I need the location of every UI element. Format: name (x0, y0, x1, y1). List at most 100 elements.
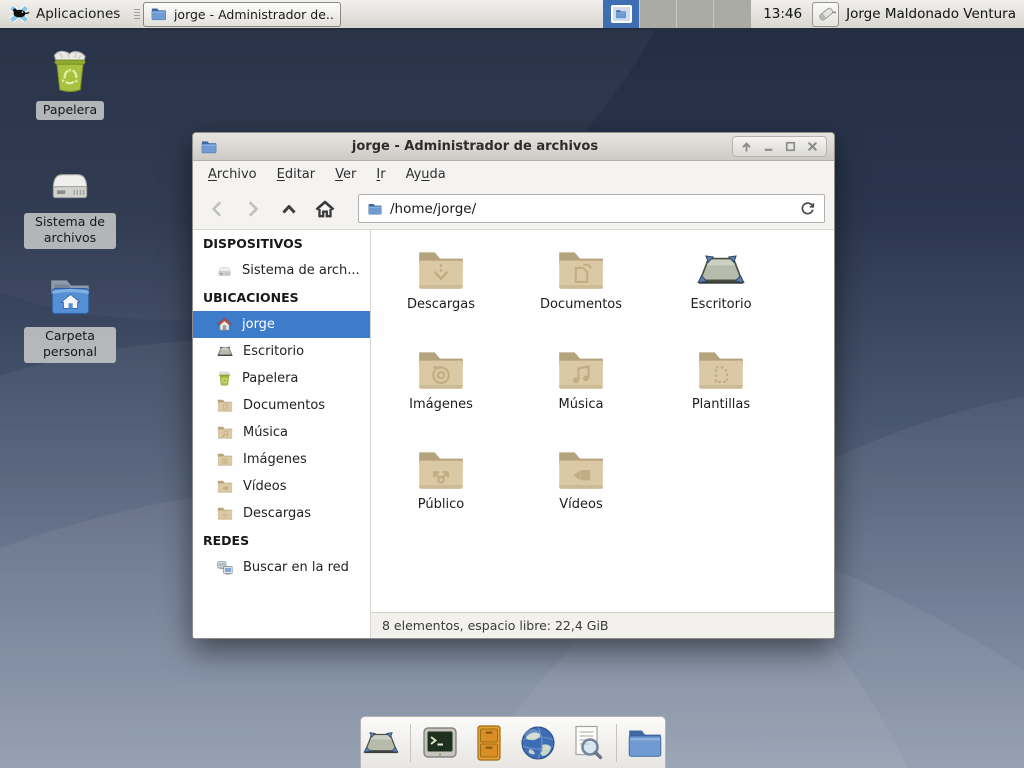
app-finder-launcher[interactable] (567, 723, 607, 763)
sidebar-item-label: Buscar en la red (243, 560, 349, 575)
desktop-icon-label: Carpeta personal (24, 327, 116, 363)
terminal-icon (420, 723, 460, 763)
sidebar-item-escritorio[interactable]: Escritorio (193, 338, 370, 365)
minimize-button[interactable] (759, 138, 778, 155)
file-item-imagenes[interactable]: Imágenes (371, 344, 511, 444)
workspace-2[interactable] (640, 0, 677, 28)
desktop-icon-label: Sistema de archivos (24, 213, 116, 249)
folder-images-icon (414, 347, 468, 393)
workspace-switcher (603, 0, 751, 28)
desktop-icon-papelera[interactable]: Papelera (22, 46, 118, 120)
user-name: Jorge Maldonado Ventura (846, 6, 1016, 22)
session-action-icon (816, 4, 836, 24)
workspace-window-thumbnail (611, 5, 632, 23)
workspace-3[interactable] (677, 0, 714, 28)
file-cabinet-launcher[interactable] (469, 723, 509, 763)
file-label: Música (559, 397, 604, 412)
sidebar-item-videos[interactable]: Vídeos (193, 473, 370, 500)
folder-public-icon (414, 447, 468, 493)
sidebar-item-label: Sistema de arch... (242, 263, 360, 278)
folder-videos-icon (554, 447, 608, 493)
sidebar-item-jorge[interactable]: jorge (193, 311, 370, 338)
applications-menu-label: Aplicaciones (36, 6, 120, 22)
maximize-button[interactable] (781, 138, 800, 155)
home-icon (314, 199, 336, 219)
menu-ayuda[interactable]: Ayuda (396, 163, 456, 186)
home-button[interactable] (310, 194, 340, 224)
file-item-documentos[interactable]: Documentos (511, 244, 651, 344)
hard-drive-icon (45, 158, 95, 208)
close-button[interactable] (803, 138, 822, 155)
path-input[interactable]: /home/jorge/ (390, 201, 792, 217)
back-button[interactable] (202, 194, 232, 224)
sidebar-item-label: jorge (242, 317, 275, 332)
xfce-logo-icon (8, 3, 30, 25)
blue-folder-icon (200, 138, 218, 156)
file-item-videos[interactable]: Vídeos (511, 444, 651, 544)
window-titlebar[interactable]: jorge - Administrador de archivos (193, 133, 834, 161)
show-desktop-button[interactable] (361, 723, 401, 763)
taskbar-window-label: jorge - Administrador de... (174, 7, 334, 22)
minimize-icon (761, 139, 776, 154)
up-icon (279, 199, 299, 219)
shade-button[interactable] (737, 138, 756, 155)
reload-icon[interactable] (799, 200, 816, 217)
desktop-icon-label: Papelera (36, 101, 104, 120)
tasklist-drag-handle[interactable] (134, 9, 140, 19)
shade-icon (739, 139, 754, 154)
close-icon (805, 139, 820, 154)
desktop-icon-sistema-de-archivos[interactable]: Sistema de archivos (22, 158, 118, 249)
sidebar-item-documentos[interactable]: Documentos (193, 392, 370, 419)
workspace-4[interactable] (714, 0, 751, 28)
menu-ir[interactable]: Ir (366, 163, 395, 186)
web-browser-launcher[interactable] (518, 723, 558, 763)
menu-ver[interactable]: Ver (325, 163, 366, 186)
sidebar-item-imagenes[interactable]: Imágenes (193, 446, 370, 473)
sidebar-item-label: Descargas (243, 506, 311, 521)
menu-archivo[interactable]: Archivo (198, 163, 267, 186)
menu-editar[interactable]: Editar (267, 163, 326, 186)
top-panel: Aplicaciones jorge - Administrador de...… (0, 0, 1024, 30)
up-button[interactable] (274, 194, 304, 224)
folder-documents-icon (554, 247, 608, 293)
hard-drive-icon (216, 262, 233, 279)
desktop-icon (216, 344, 234, 359)
file-item-publico[interactable]: Público (371, 444, 511, 544)
folder-images-icon (216, 452, 234, 467)
sidebar-item-label: Música (243, 425, 288, 440)
trash-icon (216, 370, 233, 387)
desktop-icon-carpeta-personal[interactable]: Carpeta personal (22, 272, 118, 363)
file-manager-window: jorge - Administrador de archivos (192, 132, 835, 639)
session-action-button[interactable] (812, 2, 839, 27)
sidebar-item-musica[interactable]: Música (193, 419, 370, 446)
dock-separator (616, 724, 617, 762)
applications-menu-button[interactable]: Aplicaciones (0, 0, 128, 28)
sidebar-item-descargas[interactable]: Descargas (193, 500, 370, 527)
file-item-descargas[interactable]: Descargas (371, 244, 511, 344)
desktop-icon (694, 247, 748, 293)
file-item-plantillas[interactable]: Plantillas (651, 344, 791, 444)
file-label: Vídeos (559, 497, 602, 512)
sidebar-item-buscar-en-la-red[interactable]: Buscar en la red (193, 554, 370, 581)
file-item-musica[interactable]: Música (511, 344, 651, 444)
menu-bar: Archivo Editar Ver Ir Ayuda (193, 161, 834, 188)
sidebar-item-sistema-de-archivos[interactable]: Sistema de arch... (193, 257, 370, 284)
sidebar-item-papelera[interactable]: Papelera (193, 365, 370, 392)
workspace-1[interactable] (603, 0, 640, 28)
maximize-icon (783, 139, 798, 154)
sidebar-header-redes: REDES (193, 527, 370, 554)
folder-downloads-icon (414, 247, 468, 293)
terminal-launcher[interactable] (420, 723, 460, 763)
web-browser-icon (518, 723, 558, 763)
blue-folder-icon (367, 201, 383, 217)
window-controls (732, 136, 827, 157)
file-label: Plantillas (692, 397, 750, 412)
trash-full-icon (45, 46, 95, 96)
file-item-escritorio[interactable]: Escritorio (651, 244, 791, 344)
taskbar-window-button[interactable]: jorge - Administrador de... (143, 2, 341, 27)
location-bar[interactable]: /home/jorge/ (358, 194, 825, 223)
file-view: Descargas Documentos Escritorio Imágenes… (371, 230, 834, 638)
sidebar-item-label: Documentos (243, 398, 325, 413)
forward-button[interactable] (238, 194, 268, 224)
file-manager-launcher[interactable] (625, 723, 665, 763)
